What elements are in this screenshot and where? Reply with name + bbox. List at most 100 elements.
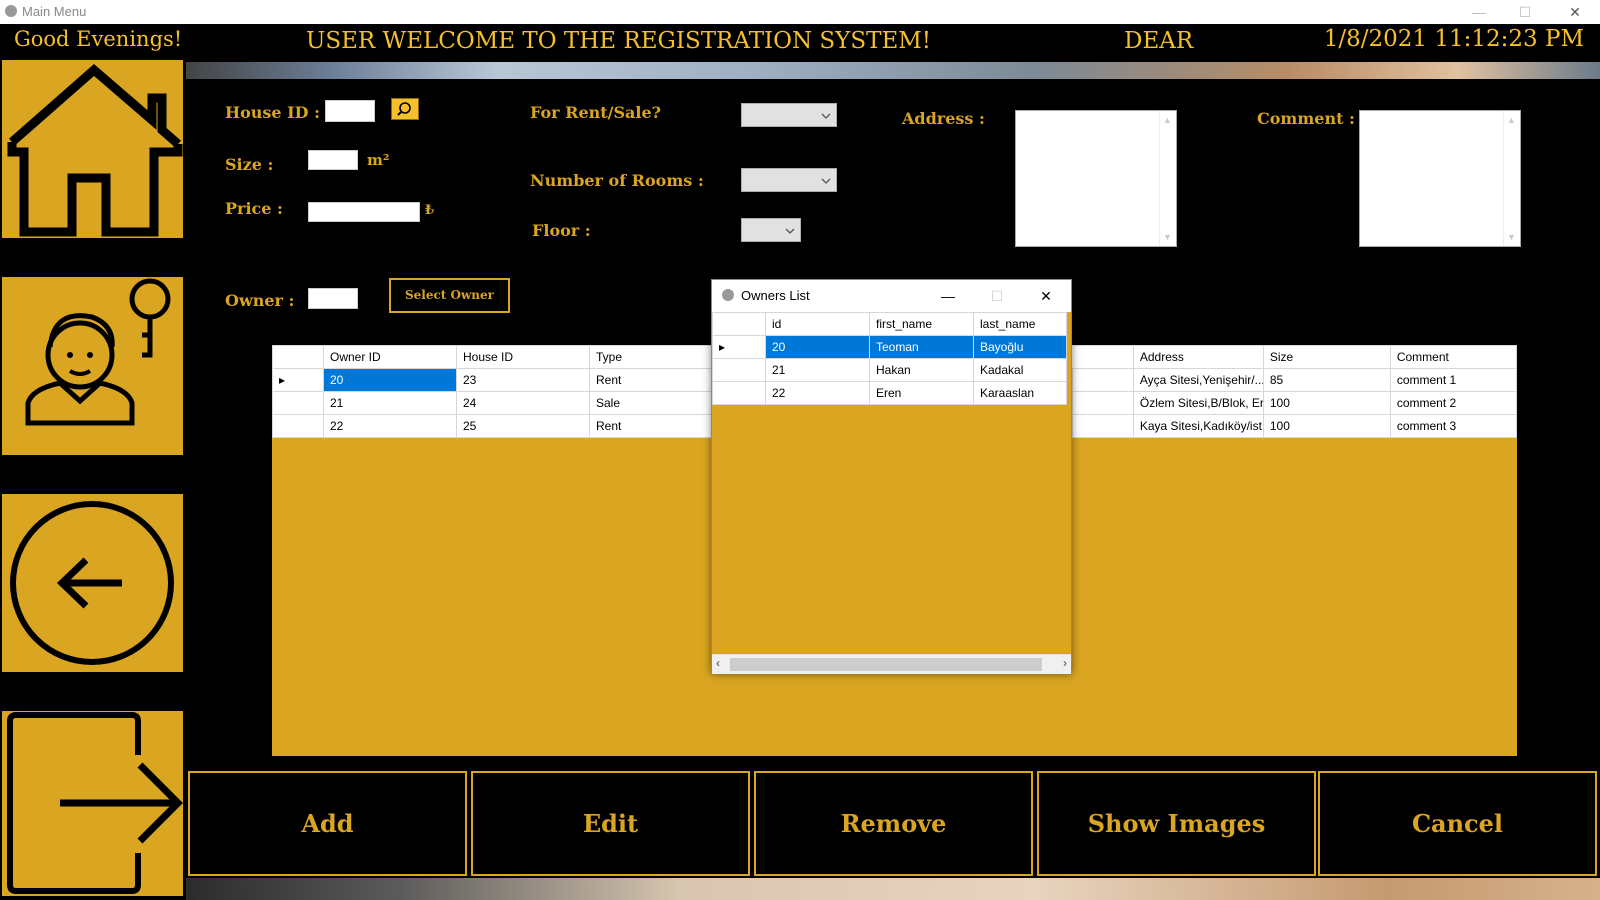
rooms-label: Number of Rooms : [530,171,704,190]
cell-id[interactable]: 22 [765,381,870,405]
column-header-last-name[interactable]: last_name [973,312,1067,336]
owner-button[interactable] [2,277,183,455]
cell-hidden[interactable] [1072,391,1134,415]
cell-type[interactable]: Rent [589,414,715,438]
dialog-close-button[interactable]: ✕ [1023,280,1069,312]
home-button[interactable] [2,60,183,238]
comment-label: Comment : [1257,109,1355,128]
size-input[interactable] [308,150,358,170]
column-header-id[interactable]: id [765,312,870,336]
remove-button[interactable]: Remove [754,771,1033,876]
app-icon [5,5,17,17]
add-button[interactable]: Add [188,771,467,876]
cell-comment[interactable]: comment 3 [1389,414,1518,438]
maximize-button[interactable]: ☐ [1502,0,1548,24]
table-row[interactable]: 22 25 Rent [272,414,715,438]
column-header-type[interactable]: Type [589,345,715,369]
table-row[interactable]: Ayça Sitesi,Yenişehir/... 85 comment 1 [1072,368,1518,392]
rent-sale-select[interactable] [741,103,837,127]
cell-comment[interactable]: comment 2 [1389,391,1518,415]
table-row[interactable]: 21 24 Sale [272,391,715,415]
back-button[interactable] [2,494,183,672]
column-header-house-id[interactable]: House ID [456,345,590,369]
table-header-row: Owner ID House ID Type [272,345,715,369]
cell-hidden[interactable] [1072,414,1134,438]
exit-button[interactable] [2,711,183,896]
cell-first-name[interactable]: Hakan [869,358,974,382]
houses-table-left: Owner ID House ID Type ▸ 20 23 Rent 21 2… [272,345,715,438]
table-row[interactable]: 22 Eren Karaaslan [712,381,1067,405]
cell-house-id[interactable]: 24 [456,391,590,415]
row-selector[interactable]: ▸ [272,368,324,392]
cell-owner-id[interactable]: 22 [323,414,457,438]
cell-address[interactable]: Özlem Sitesi,B/Blok, Er... [1132,391,1264,415]
cancel-button[interactable]: Cancel [1318,771,1597,876]
greeting-text: Good Evenings! [14,27,183,51]
price-input[interactable] [308,202,420,222]
comment-textarea[interactable]: ▲ ▼ [1359,110,1521,247]
row-selector[interactable] [712,381,766,405]
search-button[interactable] [391,98,419,120]
table-row[interactable]: Özlem Sitesi,B/Blok, Er... 100 comment 2 [1072,391,1518,415]
close-button[interactable]: ✕ [1552,0,1598,24]
cell-last-name[interactable]: Kadakal [973,358,1067,382]
owners-table: id first_name last_name ▸ 20 Teoman Bayo… [712,312,1067,405]
table-row[interactable]: 21 Hakan Kadakal [712,358,1067,382]
cell-house-id[interactable]: 25 [456,414,590,438]
chevron-down-icon [785,228,795,234]
minimize-button[interactable]: — [1456,0,1502,24]
scroll-thumb[interactable] [730,658,1042,671]
cell-last-name[interactable]: Karaaslan [973,381,1067,405]
cell-first-name[interactable]: Teoman [869,335,974,359]
cell-size[interactable]: 85 [1262,368,1391,392]
back-icon [10,501,174,665]
dialog-minimize-button[interactable]: — [925,280,971,312]
cell-address[interactable]: Kaya Sitesi,Kadıköy/ist... [1132,414,1264,438]
show-images-button[interactable]: Show Images [1037,771,1316,876]
table-row[interactable]: ▸ 20 Teoman Bayoğlu [712,335,1067,359]
address-textarea[interactable]: ▲ ▼ [1015,110,1177,247]
size-unit: m² [367,151,390,169]
dialog-titlebar[interactable]: Owners List — ☐ ✕ [712,280,1071,312]
select-owner-button[interactable]: Select Owner [389,278,510,313]
cell-type[interactable]: Sale [589,391,715,415]
cell-house-id[interactable]: 23 [456,368,590,392]
cell-first-name[interactable]: Eren [869,381,974,405]
cell-comment[interactable]: comment 1 [1389,368,1518,392]
dialog-maximize-button[interactable]: ☐ [974,280,1020,312]
cell-hidden[interactable] [1072,368,1134,392]
owner-input[interactable] [308,288,358,309]
cell-owner-id[interactable]: 20 [323,368,457,392]
app-icon [722,289,734,301]
cell-type[interactable]: Rent [589,368,715,392]
owner-label: Owner : [225,291,295,310]
column-header-address[interactable]: Address [1132,345,1264,369]
cell-last-name[interactable]: Bayoğlu [973,335,1067,359]
column-header-size[interactable]: Size [1262,345,1391,369]
owners-list-dialog[interactable]: Owners List — ☐ ✕ id first_name last_nam… [711,279,1072,674]
row-selector[interactable] [272,391,324,415]
cell-size[interactable]: 100 [1262,414,1391,438]
address-scrollbar[interactable]: ▲ ▼ [1159,111,1176,246]
rooms-select[interactable] [741,168,837,192]
table-row[interactable]: ▸ 20 23 Rent [272,368,715,392]
cell-size[interactable]: 100 [1262,391,1391,415]
cell-id[interactable]: 21 [765,358,870,382]
column-header-comment[interactable]: Comment [1389,345,1518,369]
scroll-left-icon[interactable]: ‹ [716,656,720,670]
cell-id[interactable]: 20 [765,335,870,359]
row-selector[interactable]: ▸ [712,335,766,359]
row-selector[interactable] [712,358,766,382]
edit-button[interactable]: Edit [471,771,750,876]
scroll-right-icon[interactable]: › [1063,656,1067,670]
comment-scrollbar[interactable]: ▲ ▼ [1503,111,1520,246]
cell-address[interactable]: Ayça Sitesi,Yenişehir/... [1132,368,1264,392]
horizontal-scrollbar[interactable]: ‹ › [712,654,1071,674]
cell-owner-id[interactable]: 21 [323,391,457,415]
house-id-input[interactable] [325,100,375,122]
column-header-owner-id[interactable]: Owner ID [323,345,457,369]
row-selector[interactable] [272,414,324,438]
column-header-first-name[interactable]: first_name [869,312,974,336]
floor-select[interactable] [741,218,801,242]
table-row[interactable]: Kaya Sitesi,Kadıköy/ist... 100 comment 3 [1072,414,1518,438]
